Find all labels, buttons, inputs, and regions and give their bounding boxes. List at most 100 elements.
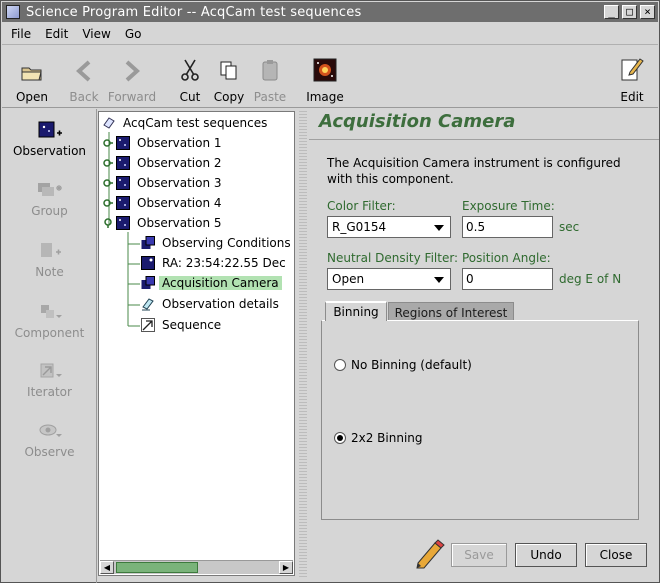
radio-2x2-binning-label: 2x2 Binning — [351, 431, 423, 445]
tree-observation-2[interactable]: Observation 2 — [103, 154, 225, 172]
instrument-icon — [141, 276, 155, 289]
menu-edit[interactable]: Edit — [45, 27, 68, 41]
menu-file[interactable]: File — [11, 27, 31, 41]
expand-icon[interactable] — [103, 178, 113, 188]
radio-button-selected-icon[interactable] — [334, 432, 346, 444]
forward-button[interactable]: Forward — [104, 54, 160, 104]
exposure-time-input[interactable]: 0.5 — [462, 216, 553, 238]
menu-view[interactable]: View — [82, 27, 110, 41]
tree-observation-4[interactable]: Observation 4 — [103, 194, 225, 212]
iterator-icon — [40, 363, 62, 378]
app-icon — [6, 5, 20, 19]
observation-node-icon — [116, 176, 130, 190]
tab-regions-of-interest[interactable]: Regions of Interest — [388, 302, 514, 322]
observation-node-icon — [116, 156, 130, 170]
program-tree[interactable]: AcqCam test sequences Observation 1 Obse… — [98, 111, 295, 576]
dropdown-arrow-icon — [434, 277, 444, 283]
minimize-button[interactable]: _ — [604, 5, 619, 19]
tree-acquisition-camera[interactable]: Acquisition Camera — [141, 274, 282, 292]
exposure-time-value: 0.5 — [466, 220, 486, 234]
editor-description: The Acquisition Camera instrument is con… — [327, 156, 621, 186]
group-icon — [37, 183, 62, 196]
color-filter-select[interactable]: R_G0154 — [327, 216, 451, 238]
palette-observe[interactable]: Observe — [2, 420, 97, 459]
sky-image-icon — [313, 58, 337, 82]
copy-icon — [220, 61, 237, 80]
note-icon — [40, 243, 61, 257]
component-icon — [40, 305, 62, 318]
nd-filter-select[interactable]: Open — [327, 268, 451, 290]
radio-no-binning[interactable]: No Binning (default) — [334, 358, 472, 372]
window-title: Science Program Editor -- AcqCam test se… — [26, 4, 362, 20]
tree-sequence[interactable]: Sequence — [141, 316, 224, 334]
tree-horizontal-scrollbar[interactable]: ◀ ▶ — [100, 560, 293, 574]
scroll-left-icon[interactable]: ◀ — [100, 561, 114, 574]
tree-target[interactable]: RA: 23:54:22.55 Dec — [141, 254, 289, 272]
tree-observation-3[interactable]: Observation 3 — [103, 174, 225, 192]
collapse-icon[interactable] — [103, 218, 113, 228]
close-button[interactable]: Close — [585, 543, 647, 567]
exposure-time-label: Exposure Time: — [462, 199, 555, 213]
target-icon — [141, 256, 155, 270]
pencil-icon — [416, 539, 445, 569]
program-icon — [103, 117, 115, 129]
eye-icon — [39, 424, 62, 437]
color-filter-label: Color Filter: — [327, 199, 396, 213]
image-button[interactable]: Image — [297, 54, 353, 104]
tree-observation-5[interactable]: Observation 5 — [103, 214, 225, 232]
edit-button[interactable]: Edit — [604, 54, 660, 104]
observation-node-icon — [116, 196, 130, 210]
back-arrow-icon — [76, 60, 91, 82]
dropdown-arrow-icon — [434, 225, 444, 231]
color-filter-value: R_G0154 — [332, 220, 387, 234]
maximize-button[interactable]: □ — [622, 5, 637, 19]
palette-note[interactable]: Note — [2, 240, 97, 279]
nd-filter-label: Neutral Density Filter: — [327, 251, 459, 265]
scroll-thumb[interactable] — [116, 562, 198, 573]
folder-open-icon — [21, 67, 42, 81]
observation-node-icon — [116, 136, 130, 150]
position-angle-label: Position Angle: — [462, 251, 551, 265]
undo-button[interactable]: Undo — [515, 543, 577, 567]
title-bar: Science Program Editor -- AcqCam test se… — [2, 2, 658, 22]
paste-button[interactable]: Paste — [242, 54, 298, 104]
save-button[interactable]: Save — [451, 543, 507, 567]
binning-tab-panel: No Binning (default) 2x2 Binning — [321, 320, 639, 520]
palette-observation[interactable]: Observation — [2, 119, 97, 158]
conditions-icon — [141, 236, 155, 249]
component-editor: Acquisition Camera The Acquisition Camer… — [309, 109, 659, 583]
radio-2x2-binning[interactable]: 2x2 Binning — [334, 431, 423, 445]
menu-go[interactable]: Go — [125, 27, 142, 41]
position-angle-unit: deg E of N — [559, 272, 622, 286]
observation-node-icon — [116, 216, 130, 230]
component-palette: Observation Group Note Component Iterato… — [2, 109, 97, 583]
expand-icon[interactable] — [103, 198, 113, 208]
forward-arrow-icon — [125, 60, 140, 82]
close-window-button[interactable]: × — [640, 5, 655, 19]
observation-icon — [38, 121, 62, 138]
scroll-right-icon[interactable]: ▶ — [279, 561, 293, 574]
palette-iterator[interactable]: Iterator — [2, 360, 97, 399]
tree-observation-1[interactable]: Observation 1 — [103, 134, 225, 152]
radio-button-icon[interactable] — [334, 359, 346, 371]
tree-observation-details[interactable]: Observation details — [141, 295, 282, 313]
menu-bar: File Edit View Go — [2, 23, 658, 45]
radio-no-binning-label: No Binning (default) — [351, 358, 472, 372]
tab-binning[interactable]: Binning — [325, 301, 387, 321]
expand-icon[interactable] — [103, 158, 113, 168]
expand-icon[interactable] — [103, 138, 113, 148]
panel-splitter[interactable] — [299, 111, 307, 578]
editor-title: Acquisition Camera — [319, 111, 516, 132]
sequence-icon — [141, 318, 155, 332]
title-divider — [309, 139, 659, 140]
palette-group[interactable]: Group — [2, 179, 97, 218]
exposure-unit: sec — [559, 220, 580, 234]
clipboard-icon — [262, 60, 278, 81]
palette-component[interactable]: Component — [2, 301, 97, 340]
open-button[interactable]: Open — [4, 54, 60, 104]
tree-root[interactable]: AcqCam test sequences — [102, 114, 270, 132]
position-angle-value: 0 — [466, 272, 474, 286]
tree-observing-conditions[interactable]: Observing Conditions — [141, 234, 294, 252]
scissors-icon — [181, 59, 199, 81]
position-angle-input[interactable]: 0 — [462, 268, 553, 290]
